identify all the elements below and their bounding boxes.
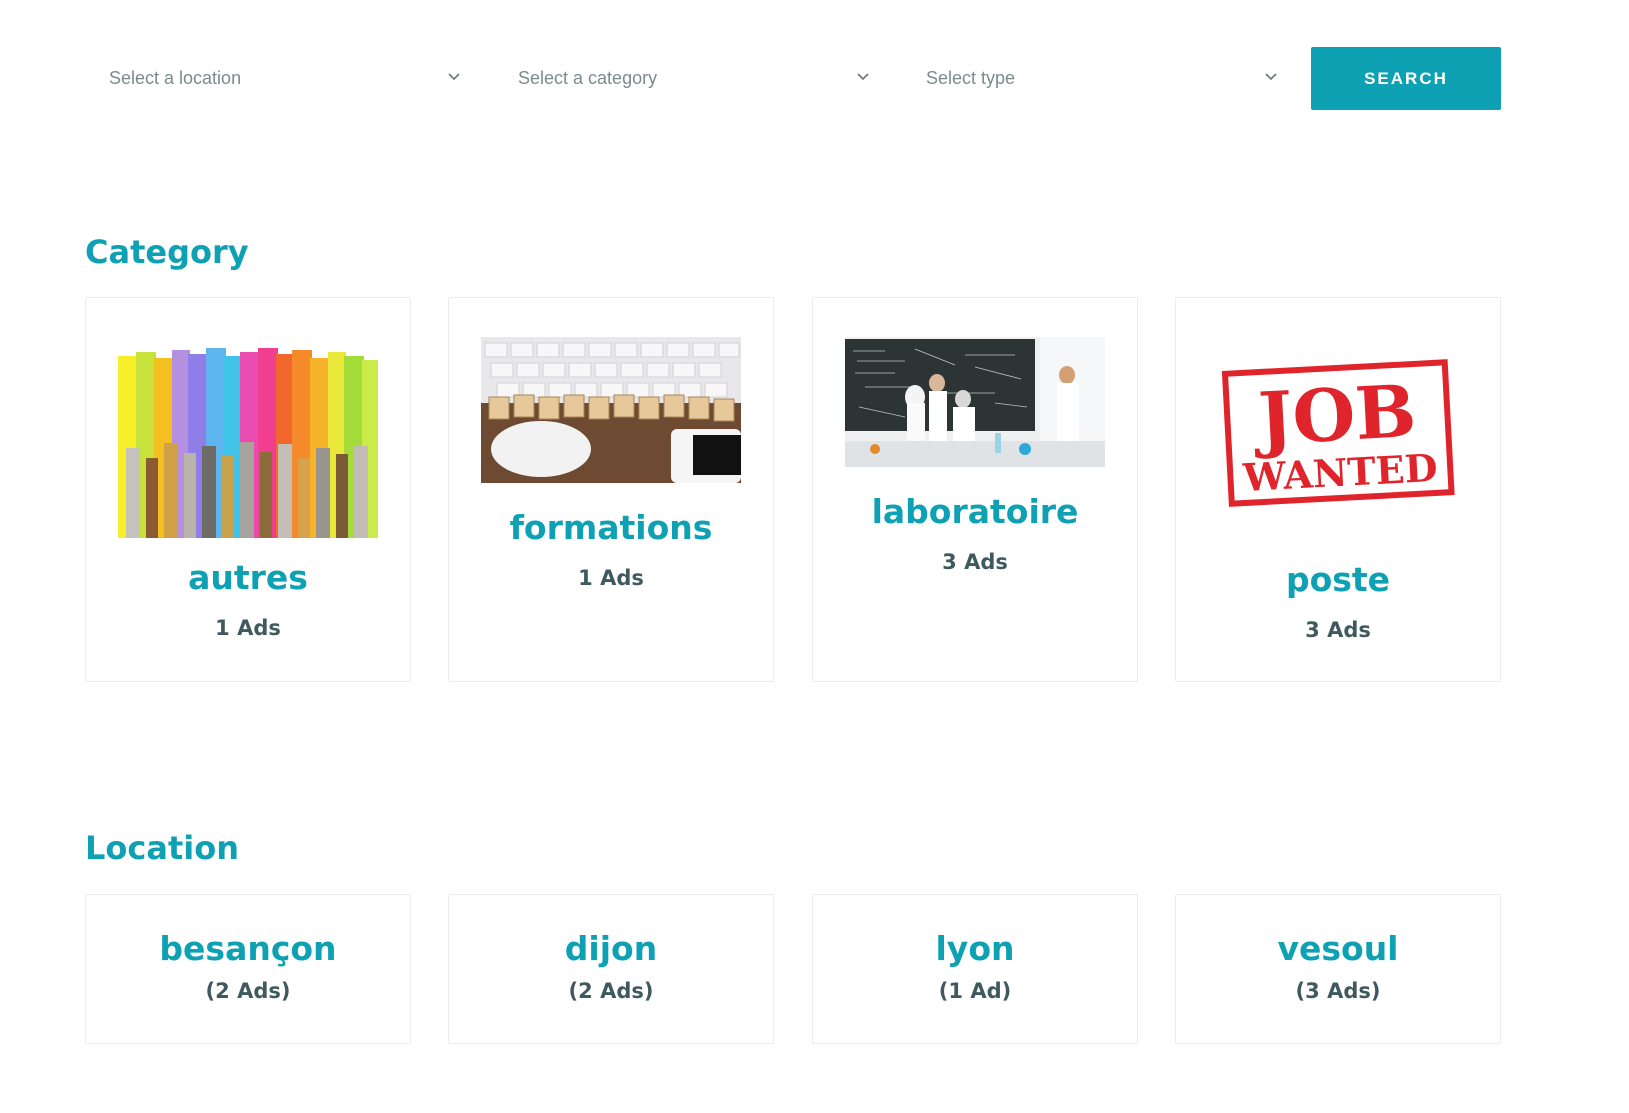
location-count: (1 Ad)	[938, 979, 1012, 1003]
location-section-title: Location	[85, 829, 239, 867]
location-card-besancon[interactable]: besançon (2 Ads)	[85, 894, 411, 1044]
category-section-title: Category	[85, 233, 249, 271]
laboratory-scientists-image	[845, 337, 1105, 467]
category-card-autres[interactable]: autres 1 Ads	[85, 297, 411, 682]
category-count: 1 Ads	[578, 566, 644, 590]
location-name: lyon	[935, 929, 1015, 968]
location-count: (2 Ads)	[205, 979, 291, 1003]
search-bar: Select a location Select a category Sele…	[85, 47, 1501, 110]
type-select[interactable]: Select type	[902, 47, 1292, 110]
location-card-vesoul[interactable]: vesoul (3 Ads)	[1175, 894, 1501, 1044]
category-select-label: Select a category	[518, 68, 658, 88]
location-select[interactable]: Select a location	[85, 47, 475, 110]
category-card-laboratoire[interactable]: laboratoire 3 Ads	[812, 297, 1138, 682]
category-select[interactable]: Select a category	[494, 47, 884, 110]
location-card-dijon[interactable]: dijon (2 Ads)	[448, 894, 774, 1044]
type-select-label: Select type	[926, 68, 1016, 88]
job-wanted-stamp-image: JOB WANTED	[1221, 359, 1455, 507]
location-card-lyon[interactable]: lyon (1 Ad)	[812, 894, 1138, 1044]
chevron-down-icon	[857, 73, 869, 81]
location-count: (3 Ads)	[1295, 979, 1381, 1003]
location-name: vesoul	[1277, 929, 1399, 968]
paintbrushes-image	[118, 348, 378, 538]
category-count: 1 Ads	[215, 616, 281, 640]
location-name: dijon	[564, 929, 658, 968]
location-select-label: Select a location	[109, 68, 242, 88]
category-card-poste[interactable]: JOB WANTED poste 3 Ads	[1175, 297, 1501, 682]
search-button[interactable]: SEARCH	[1311, 47, 1501, 110]
location-count: (2 Ads)	[568, 979, 654, 1003]
formation-keyboard-image	[481, 337, 741, 483]
category-name: poste	[1285, 560, 1391, 599]
location-name: besançon	[159, 929, 337, 968]
category-name: laboratoire	[871, 492, 1079, 531]
category-count: 3 Ads	[1305, 618, 1371, 642]
category-name: formations	[509, 508, 713, 547]
category-count: 3 Ads	[942, 550, 1008, 574]
chevron-down-icon	[448, 73, 460, 81]
category-name: autres	[188, 558, 308, 597]
chevron-down-icon	[1265, 73, 1277, 81]
category-card-formations[interactable]: formations 1 Ads	[448, 297, 774, 682]
